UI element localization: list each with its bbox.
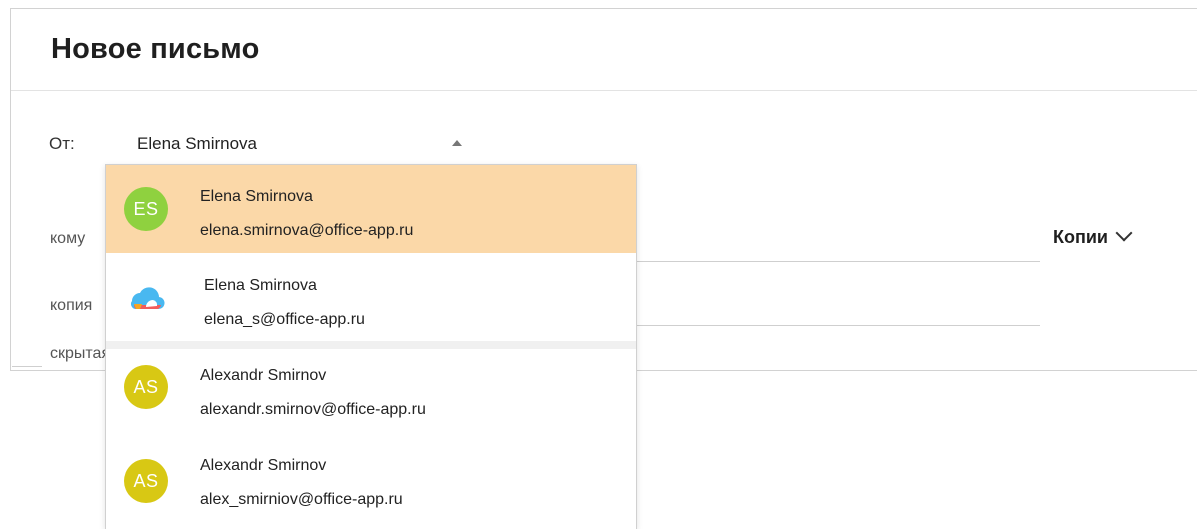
account-name: Elena Smirnova bbox=[200, 188, 313, 205]
bcc-field-line bbox=[12, 366, 42, 367]
account-item[interactable]: AS Alexandr Smirnov alex_smirniov@office… bbox=[106, 437, 636, 525]
account-email: alexandr.smirnov@office-app.ru bbox=[200, 401, 426, 418]
from-account-value: Elena Smirnova bbox=[137, 134, 258, 153]
cc-toggle-label: Копии bbox=[1053, 226, 1108, 247]
to-field[interactable] bbox=[636, 261, 1040, 262]
cloud-icon bbox=[127, 280, 165, 318]
cc-toggle-button[interactable]: Копии bbox=[1053, 224, 1133, 248]
compose-header: Новое письмо bbox=[11, 9, 1197, 91]
account-item[interactable]: AS Alexandr Smirnov alexandr.smirnov@off… bbox=[106, 349, 636, 437]
account-item[interactable]: Elena Smirnova elena_s@office-app.ru bbox=[106, 253, 636, 341]
divider bbox=[106, 341, 636, 349]
cc-field[interactable] bbox=[636, 325, 1040, 326]
chevron-down-icon bbox=[1115, 224, 1133, 242]
account-dropdown: ES Elena Smirnova elena.smirnova@office-… bbox=[105, 164, 637, 529]
account-name: Alexandr Smirnov bbox=[200, 457, 327, 474]
avatar: AS bbox=[124, 459, 168, 503]
bcc-label: скрытая bbox=[50, 345, 111, 362]
from-label: От: bbox=[49, 134, 75, 153]
account-name: Elena Smirnova bbox=[204, 277, 317, 294]
account-email: elena_s@office-app.ru bbox=[204, 311, 365, 328]
account-item[interactable]: ES Elena Smirnova elena.smirnova@office-… bbox=[106, 165, 636, 253]
account-email: alex_smirniov@office-app.ru bbox=[200, 491, 403, 508]
avatar: ES bbox=[124, 187, 168, 231]
from-account-select[interactable]: Elena Smirnova bbox=[137, 131, 477, 157]
caret-up-icon bbox=[452, 140, 462, 146]
page-title: Новое письмо bbox=[51, 33, 260, 65]
cc-label: копия bbox=[50, 297, 93, 314]
account-name: Alexandr Smirnov bbox=[200, 367, 327, 384]
avatar: AS bbox=[124, 365, 168, 409]
to-label: кому bbox=[50, 230, 86, 247]
account-email: elena.smirnova@office-app.ru bbox=[200, 222, 414, 239]
